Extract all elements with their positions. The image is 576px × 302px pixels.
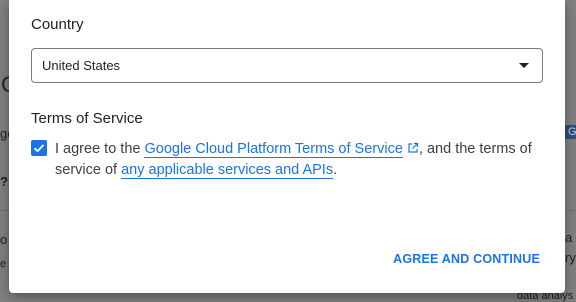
terms-dialog: Country United States Terms of Service I… <box>9 0 565 293</box>
bg-fragment: o <box>0 232 8 247</box>
bg-fragment: e <box>0 258 7 270</box>
bg-fragment: ? <box>0 174 8 189</box>
bg-divider <box>0 210 9 211</box>
terms-prefix: I agree to the <box>55 141 145 157</box>
bg-fragment: a <box>565 230 573 245</box>
terms-agreement-text: I agree to the Google Cloud Platform Ter… <box>55 139 545 181</box>
terms-suffix: . <box>333 162 338 178</box>
checkmark-icon <box>33 144 45 153</box>
external-link-icon <box>408 142 419 153</box>
gcp-terms-link[interactable]: Google Cloud Platform Terms of Service <box>144 141 403 158</box>
bg-fragment: G <box>565 125 576 139</box>
dropdown-caret-icon <box>519 63 529 68</box>
country-heading: Country <box>31 16 84 33</box>
applicable-services-link[interactable]: any applicable services and APIs <box>121 162 334 179</box>
terms-heading: Terms of Service <box>31 110 143 127</box>
agree-checkbox[interactable] <box>31 140 47 156</box>
country-select-value: United States <box>42 58 121 73</box>
bg-divider <box>565 210 576 211</box>
agree-and-continue-button[interactable]: AGREE AND CONTINUE <box>393 252 540 266</box>
country-select[interactable]: United States <box>31 48 543 83</box>
bg-fragment: ry <box>565 250 576 265</box>
